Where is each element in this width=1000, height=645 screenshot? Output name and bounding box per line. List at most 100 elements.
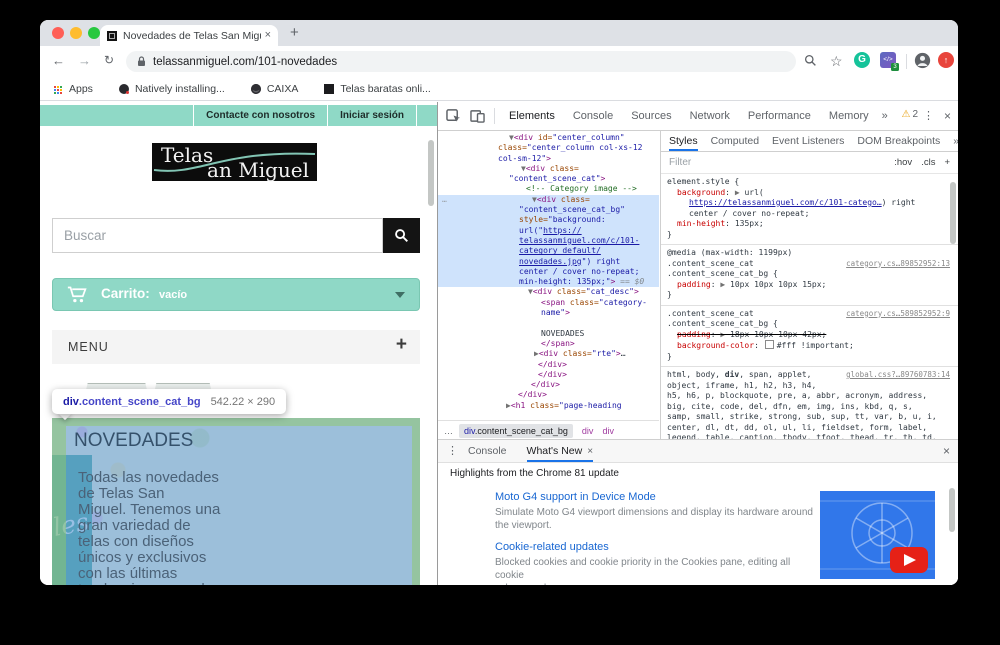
maximize-window-button[interactable] [88,27,100,39]
dom-tree-line[interactable]: "content_scene_cat"> [438,174,659,184]
drawer-scrollbar[interactable] [949,488,955,532]
topbar-link[interactable]: Contacte con nosotros [193,105,327,126]
css-rule-line[interactable]: center / cover no-repeat; [667,209,952,220]
tab-elements[interactable]: Elements [509,110,555,122]
css-rule-line[interactable]: padding: ▶ 18px 10px 10px 42px; [667,330,952,341]
filter-input[interactable]: Filter [669,157,691,168]
subtab-dom-breakpoints[interactable]: DOM Breakpoints [857,135,940,151]
css-rule-line[interactable]: .content_scene_cat category.cs…89852952:1… [667,259,952,270]
tab-whats-new[interactable]: What's New × [526,445,594,462]
css-rule-line[interactable]: .content_scene_cat_bg { [667,269,952,280]
css-rule-line[interactable]: element.style { [667,177,952,188]
bookmark-item[interactable]: CAIXA [250,83,298,95]
css-rule-line[interactable]: } [667,290,952,301]
new-rule-button[interactable]: + [944,157,950,168]
dom-tree-line[interactable]: category_default/ [438,246,659,257]
device-toolbar-icon[interactable] [470,109,485,128]
stylesheet-source-link[interactable]: global.css?…89760783:14 [846,370,950,381]
subtab-computed[interactable]: Computed [711,135,759,151]
breadcrumb-item[interactable]: div [602,426,614,436]
tab-memory[interactable]: Memory [829,110,869,122]
address-bar[interactable]: telassanmiguel.com/101-novedades [126,51,796,72]
dom-tree-line[interactable]: ▼<div class="cat_desc"> [438,287,659,297]
new-tab-button[interactable]: + [290,24,299,41]
inspect-element-icon[interactable] [446,109,461,128]
pseudo-state-toggle[interactable]: :hov [894,157,912,168]
dom-tree-line[interactable]: "content_scene_cat_bg" [438,205,659,216]
styles-scrollbar[interactable] [950,182,956,244]
css-rule-line[interactable]: background-color: #fff !important; [667,340,952,352]
breadcrumb-overflow[interactable]: … [444,426,453,436]
page-scrollbar[interactable] [428,140,434,206]
bookmark-item[interactable]: Natively installing... [118,83,225,95]
grammarly-extension-icon[interactable]: G [854,52,870,68]
css-rule-line[interactable]: .content_scene_cat_bg { [667,319,952,330]
search-icon[interactable] [804,54,817,71]
css-rule-line[interactable]: samp, small, strike, strong, sub, sup, t… [667,412,952,423]
dom-tree-line[interactable]: NOVEDADES [438,329,659,339]
dom-tree-line[interactable]: ▼<div id="center_column" [438,133,659,143]
dom-tree-line[interactable]: </div> [438,390,659,400]
profile-avatar[interactable] [914,52,931,73]
css-rule-line[interactable]: padding: ▶ 10px 10px 10px 15px; [667,280,952,291]
more-tabs-icon[interactable]: » [882,110,888,122]
red-extension-icon[interactable]: ↑ [938,52,954,68]
drawer-menu-icon[interactable]: ⋮ [447,444,458,457]
dom-tree-line[interactable]: min-height: 135px;"> == $0 [438,277,659,288]
css-rule-line[interactable]: h5, h6, p, blockquote, pre, a, abbr, acr… [667,391,952,402]
bookmark-item[interactable]: Telas baratas onli... [324,83,431,95]
css-rule-line[interactable]: center, dl, dt, dd, ol, ul, li, fieldset… [667,423,952,434]
whats-new-thumbnail[interactable] [820,491,935,579]
cart-dropdown[interactable]: Carrito: vacío [52,278,420,311]
dom-tree-line[interactable]: novedades.jpg") right [438,256,659,267]
tab-console[interactable]: Console [573,110,613,122]
stylesheet-source-link[interactable]: category.cs…589852952:9 [846,309,950,320]
subtab-styles[interactable]: Styles [669,135,698,151]
back-icon[interactable]: ← [52,54,65,67]
breadcrumb-selected[interactable]: div.content_scene_cat_bg [459,423,573,438]
code-extension-icon[interactable]: </> 3 [880,52,899,71]
css-rule-line[interactable]: } [667,230,952,241]
close-window-button[interactable] [52,27,64,39]
dom-tree-line[interactable]: ▶<div class="rte">… [438,349,659,359]
dom-tree-line[interactable]: center / cover no-repeat; [438,266,659,278]
tab-close-icon[interactable]: × [265,30,271,41]
css-rule-line[interactable]: https://telassanmiguel.com/c/101-catego…… [667,198,952,209]
topbar-link[interactable]: Iniciar sesión [327,105,417,126]
css-rule-line[interactable]: .content_scene_cat category.cs…589852952:… [667,309,952,320]
dom-tree-line[interactable]: telassanmiguel.com/c/101- [438,235,659,247]
dom-tree-line[interactable]: ▼<div class= [438,164,659,174]
css-rule-line[interactable]: html, body, div, span, applet, global.css… [667,370,952,381]
dom-tree-line[interactable]: </div> [438,370,659,380]
menu-accordion[interactable]: MENU + [52,330,420,364]
tab-performance[interactable]: Performance [748,110,811,122]
breadcrumb-item[interactable]: div [582,426,594,436]
search-input[interactable]: Buscar [52,218,383,253]
dom-tree-line[interactable]: name"> [438,308,659,318]
class-toggle[interactable]: .cls [921,157,935,168]
dom-tree-line[interactable]: class="center_column col-xs-12 [438,143,659,153]
tab-console[interactable]: Console [468,445,507,462]
dom-tree-line[interactable]: </span> [438,339,659,349]
drawer-close-icon[interactable]: × [943,444,950,458]
css-rule-line[interactable]: } [667,352,952,363]
dom-tree-line[interactable]: url("https:// [438,225,659,236]
site-logo[interactable]: Telas an Miguel [152,143,317,182]
reload-icon[interactable]: ↻ [104,54,114,66]
bookmark-star-icon[interactable]: ☆ [830,54,843,68]
css-rule-line[interactable]: object, iframe, h1, h2, h3, h4, [667,381,952,392]
dom-tree-line[interactable]: <span class="category- [438,298,659,308]
browser-tab[interactable]: Novedades de Telas San Migue × [100,25,278,46]
drawer-tab-close-icon[interactable]: × [587,446,593,457]
dom-tree-line[interactable]: </div> [438,380,659,390]
tab-network[interactable]: Network [690,110,730,122]
css-rule-line[interactable]: background: ▶ url( [667,188,952,199]
css-rule-line[interactable]: @media (max-width: 1199px) [667,248,952,259]
dom-tree-line[interactable]: col-sm-12"> [438,154,659,164]
dom-tree-line[interactable]: ▼<div class=… [438,194,659,206]
forward-icon[interactable]: → [78,54,91,67]
dom-tree-line[interactable]: ▶<h1 class="page-heading [438,401,659,411]
whatsnew-link[interactable]: Cookie-related updates [495,541,821,553]
minimize-window-button[interactable] [70,27,82,39]
bookmark-item[interactable]: Apps [54,83,93,95]
